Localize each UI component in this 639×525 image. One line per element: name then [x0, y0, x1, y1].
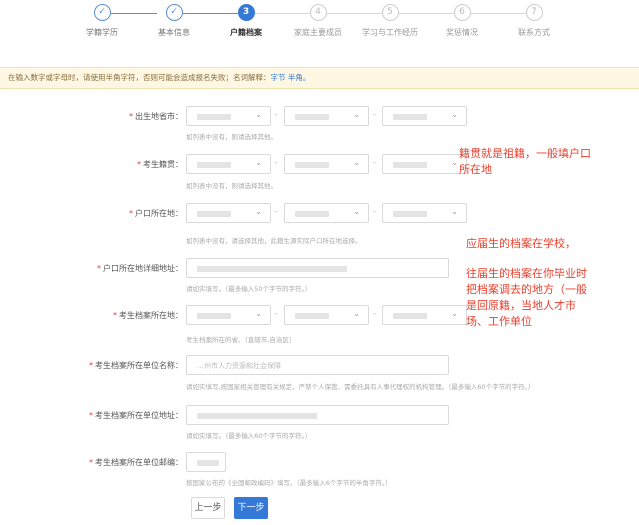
step-label: 学习与工作经历 [362, 28, 418, 37]
archive-unit-postcode-row: * 考生档案所在单位邮编： [0, 452, 639, 474]
hukou-address-hint: 请如实填写。（最多输入50个字节的字符。） [186, 285, 312, 293]
step-number: 4 [309, 4, 327, 21]
step-6: 6 奖惩情况 [427, 4, 497, 38]
archive-unit-input[interactable]: …州市人力资源和社会保障 [186, 355, 449, 375]
chevron-down-icon: ⌄ [451, 309, 458, 318]
archive-district-select[interactable]: ⌄ [382, 305, 467, 325]
step-7: 7 联系方式 [499, 4, 569, 38]
field-label: * 户口所在地： [129, 209, 183, 218]
native-place-annotation: 籍贯就是祖籍，一般填户口 所在地 [459, 147, 591, 176]
native-district-select[interactable]: ⌄ [382, 154, 467, 174]
step-label: 基本信息 [158, 28, 190, 37]
step-label: 联系方式 [518, 28, 550, 37]
progress-stepper: ✓ 学籍学历 ✓ 基本信息 3 户籍档案 4 家庭主要成员 5 学习与工作经历 … [0, 0, 639, 58]
archive-unit-hint: 请如实填写,按国家相关管理有关规定，严禁个人保管、需委托具有人事代理权的机构管理… [186, 383, 535, 391]
chevron-down-icon: ⌄ [353, 207, 360, 216]
past-graduate-annotation: 往届生的档案在你毕业时 把档案调去的地方（一般 是回原籍，当地人才市 场、工作单… [466, 267, 587, 328]
step-label: 学籍学历 [86, 28, 118, 37]
step-number: 3 [237, 4, 255, 21]
field-label: * 户口所在地详细地址： [97, 264, 183, 273]
notice-text: 在输入数字或字母时，请使用半角字符，否则可能会造成报名失败；名词解释： [8, 73, 271, 82]
native-city-select[interactable]: ⌄ [284, 154, 369, 174]
native-province-select[interactable]: ⌄ [186, 154, 271, 174]
chevron-down-icon: ⌄ [353, 158, 360, 167]
native-place-hint: 如列表中没有，则请选择其他。 [186, 182, 277, 190]
field-label: * 考生档案所在地： [113, 311, 183, 320]
chevron-down-icon: ⌄ [451, 207, 458, 216]
step-number: 7 [525, 4, 543, 21]
step-label: 户籍档案 [230, 28, 262, 37]
step-3[interactable]: 3 户籍档案 [211, 4, 281, 38]
field-label: * 出生地省市： [129, 112, 183, 121]
step-5: 5 学习与工作经历 [355, 4, 425, 38]
hukou-district-select[interactable]: ⌄ [382, 203, 467, 223]
hukou-address-input[interactable] [186, 258, 449, 278]
hukou-row: * 户口所在地： ⌄ - ⌄ - ⌄ [0, 203, 639, 225]
chevron-down-icon: ⌄ [451, 158, 458, 167]
archive-unit-address-input[interactable] [186, 405, 449, 425]
field-label: * 考生档案所在单位地址： [89, 411, 183, 420]
birthplace-city-select[interactable]: ⌄ [284, 106, 369, 126]
birthplace-row: * 出生地省市： ⌄ - ⌄ - ⌄ [0, 106, 639, 128]
step-label: 奖惩情况 [446, 28, 478, 37]
chevron-down-icon: ⌄ [255, 158, 262, 167]
step-4: 4 家庭主要成员 [283, 4, 353, 38]
chevron-down-icon: ⌄ [353, 309, 360, 318]
archive-location-hint: 考生档案所在的省、（直辖市,自治区） [186, 336, 296, 344]
step-number: 6 [453, 4, 471, 21]
fresh-graduate-annotation: 应届生的档案在学校， [466, 237, 576, 250]
notice-link-halfwidth[interactable]: 半角 [288, 73, 303, 82]
archive-unit-address-row: * 考生档案所在单位地址： [0, 405, 639, 427]
archive-unit-address-hint: 请如实填写。（最多输入60个字节的字符。） [186, 432, 312, 440]
field-label: * 考生档案所在单位名称： [89, 361, 183, 370]
next-step-button[interactable]: 下一步 [234, 497, 268, 519]
chevron-down-icon: ⌄ [353, 110, 360, 119]
hukou-province-select[interactable]: ⌄ [186, 203, 271, 223]
archive-province-select[interactable]: ⌄ [186, 305, 271, 325]
step-2[interactable]: ✓ 基本信息 [139, 4, 209, 38]
archive-unit-row: * 考生档案所在单位名称： …州市人力资源和社会保障 [0, 355, 639, 377]
archive-city-select[interactable]: ⌄ [284, 305, 369, 325]
step-1[interactable]: ✓ 学籍学历 [67, 4, 137, 38]
field-label: * 考生档案所在单位邮编： [89, 458, 183, 467]
halfwidth-notice: 在输入数字或字母时，请使用半角字符，否则可能会造成报名失败；名词解释：字节 半角… [0, 67, 639, 89]
notice-link-byte[interactable]: 字节 [271, 73, 286, 82]
step-number: 5 [381, 4, 399, 21]
step-check-icon: ✓ [165, 4, 183, 21]
archive-unit-postcode-input[interactable] [186, 452, 226, 472]
birthplace-province-select[interactable]: ⌄ [186, 106, 271, 126]
birthplace-district-select[interactable]: ⌄ [382, 106, 467, 126]
previous-step-button[interactable]: 上一步 [191, 497, 225, 519]
chevron-down-icon: ⌄ [255, 207, 262, 216]
step-check-icon: ✓ [93, 4, 111, 21]
field-label: * 考生籍贯： [137, 160, 183, 169]
archive-unit-value: …州市人力资源和社会保障 [197, 362, 281, 370]
archive-unit-postcode-hint: 按国家公布的《全国邮政编码》填写。（最多输入6个字节的半角字符。） [186, 479, 392, 487]
chevron-down-icon: ⌄ [255, 110, 262, 119]
hukou-city-select[interactable]: ⌄ [284, 203, 369, 223]
birthplace-hint: 如列表中没有，则请选择其他。 [186, 133, 277, 141]
chevron-down-icon: ⌄ [451, 110, 458, 119]
chevron-down-icon: ⌄ [255, 309, 262, 318]
hukou-hint: 如列表中没有，请选择其他，此籍生源实际户口所在地选择。 [186, 237, 362, 245]
step-label: 家庭主要成员 [294, 28, 342, 37]
